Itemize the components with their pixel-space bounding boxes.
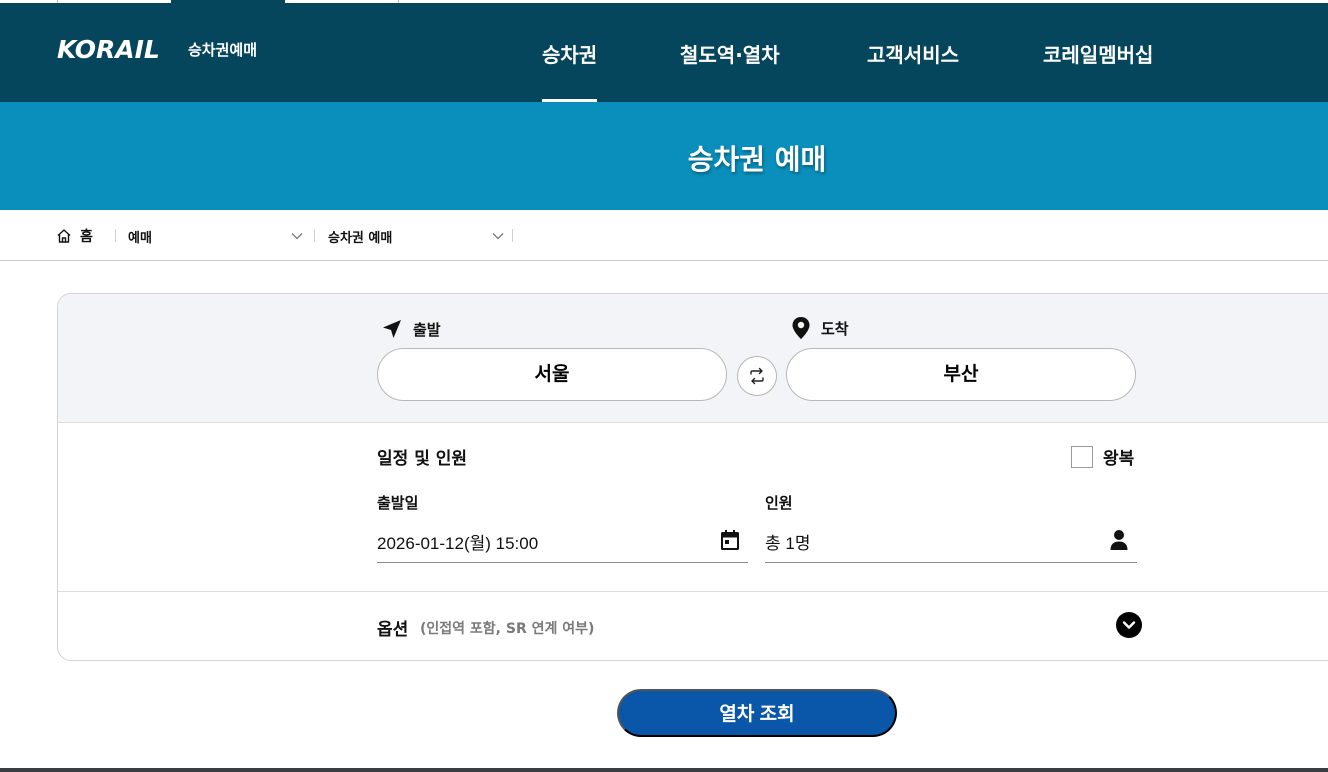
breadcrumb-divider bbox=[512, 229, 513, 242]
passenger-field[interactable]: 총 1명 bbox=[765, 523, 1137, 563]
breadcrumb-level1-dropdown[interactable]: 예매 bbox=[128, 227, 306, 246]
departure-label: 출발 bbox=[381, 318, 441, 340]
site-header: KORAIL 승차권예매 승차권 철도역·열차 고객서비스 코레일멤버십 bbox=[0, 3, 1328, 102]
chevron-down-icon bbox=[291, 233, 303, 240]
chevron-down-icon bbox=[492, 233, 504, 240]
page-title: 승차권 예매 bbox=[687, 143, 827, 176]
nav-item-customer-service[interactable]: 고객서비스 bbox=[867, 39, 959, 68]
route-section: 출발 서울 도착 부산 bbox=[58, 294, 1328, 423]
options-toggle-row[interactable]: 옵션 (인접역 포함, SR 연계 여부) bbox=[58, 593, 1328, 660]
options-title: 옵션 bbox=[377, 620, 409, 640]
breadcrumb-level2-dropdown[interactable]: 승차권 예매 bbox=[328, 227, 506, 246]
person-icon bbox=[1110, 530, 1128, 550]
departure-label-text: 출발 bbox=[413, 320, 441, 339]
swap-arrows-icon bbox=[750, 367, 764, 385]
navigation-arrow-icon bbox=[383, 320, 401, 338]
calendar-icon bbox=[721, 530, 739, 550]
departure-date-field[interactable]: 2026-01-12(월) 15:00 bbox=[377, 523, 748, 563]
ticket-search-panel: 출발 서울 도착 부산 일정 및 인원 왕복 출발일 2026-01-12(월)… bbox=[57, 293, 1328, 661]
home-icon bbox=[57, 229, 71, 243]
options-description: (인접역 포함, SR 연계 여부) bbox=[420, 621, 595, 637]
departure-date-label: 출발일 bbox=[377, 494, 419, 512]
passenger-value: 총 1명 bbox=[765, 534, 811, 553]
breadcrumb-home-label: 홈 bbox=[80, 229, 93, 245]
arrival-station-button[interactable]: 부산 bbox=[786, 348, 1136, 401]
main-nav: 승차권 철도역·열차 고객서비스 코레일멤버십 bbox=[0, 3, 1328, 102]
arrival-label: 도착 bbox=[791, 316, 849, 340]
departure-date-value: 2026-01-12(월) 15:00 bbox=[377, 534, 539, 553]
chevron-down-icon bbox=[1122, 621, 1136, 629]
section-divider bbox=[58, 591, 1328, 592]
departure-station-button[interactable]: 서울 bbox=[377, 348, 727, 401]
chevron-down-circle-icon[interactable] bbox=[1116, 612, 1142, 638]
checkbox-box[interactable] bbox=[1071, 445, 1093, 468]
roundtrip-checkbox[interactable]: 왕복 bbox=[1071, 444, 1134, 469]
breadcrumb-home[interactable]: 홈 bbox=[56, 226, 93, 246]
breadcrumb-divider bbox=[314, 229, 315, 242]
map-pin-icon bbox=[792, 317, 810, 339]
nav-item-tickets[interactable]: 승차권 bbox=[542, 39, 598, 102]
search-trains-button[interactable]: 열차 조회 bbox=[617, 689, 897, 737]
schedule-section-title: 일정 및 인원 bbox=[377, 449, 468, 469]
breadcrumb: 홈 예매 승차권 예매 bbox=[0, 210, 1328, 261]
breadcrumb-level2-label: 승차권 예매 bbox=[328, 231, 393, 246]
nav-item-stations-trains[interactable]: 철도역·열차 bbox=[680, 39, 780, 68]
nav-item-membership[interactable]: 코레일멤버십 bbox=[1043, 39, 1153, 68]
swap-stations-button[interactable] bbox=[737, 356, 777, 396]
page-banner: 승차권 예매 bbox=[0, 102, 1328, 210]
passenger-label: 인원 bbox=[765, 494, 793, 512]
roundtrip-label: 왕복 bbox=[1103, 449, 1135, 469]
arrival-label-text: 도착 bbox=[821, 319, 849, 338]
breadcrumb-divider bbox=[115, 229, 116, 242]
breadcrumb-level1-label: 예매 bbox=[128, 231, 152, 246]
footer-edge bbox=[0, 768, 1328, 772]
